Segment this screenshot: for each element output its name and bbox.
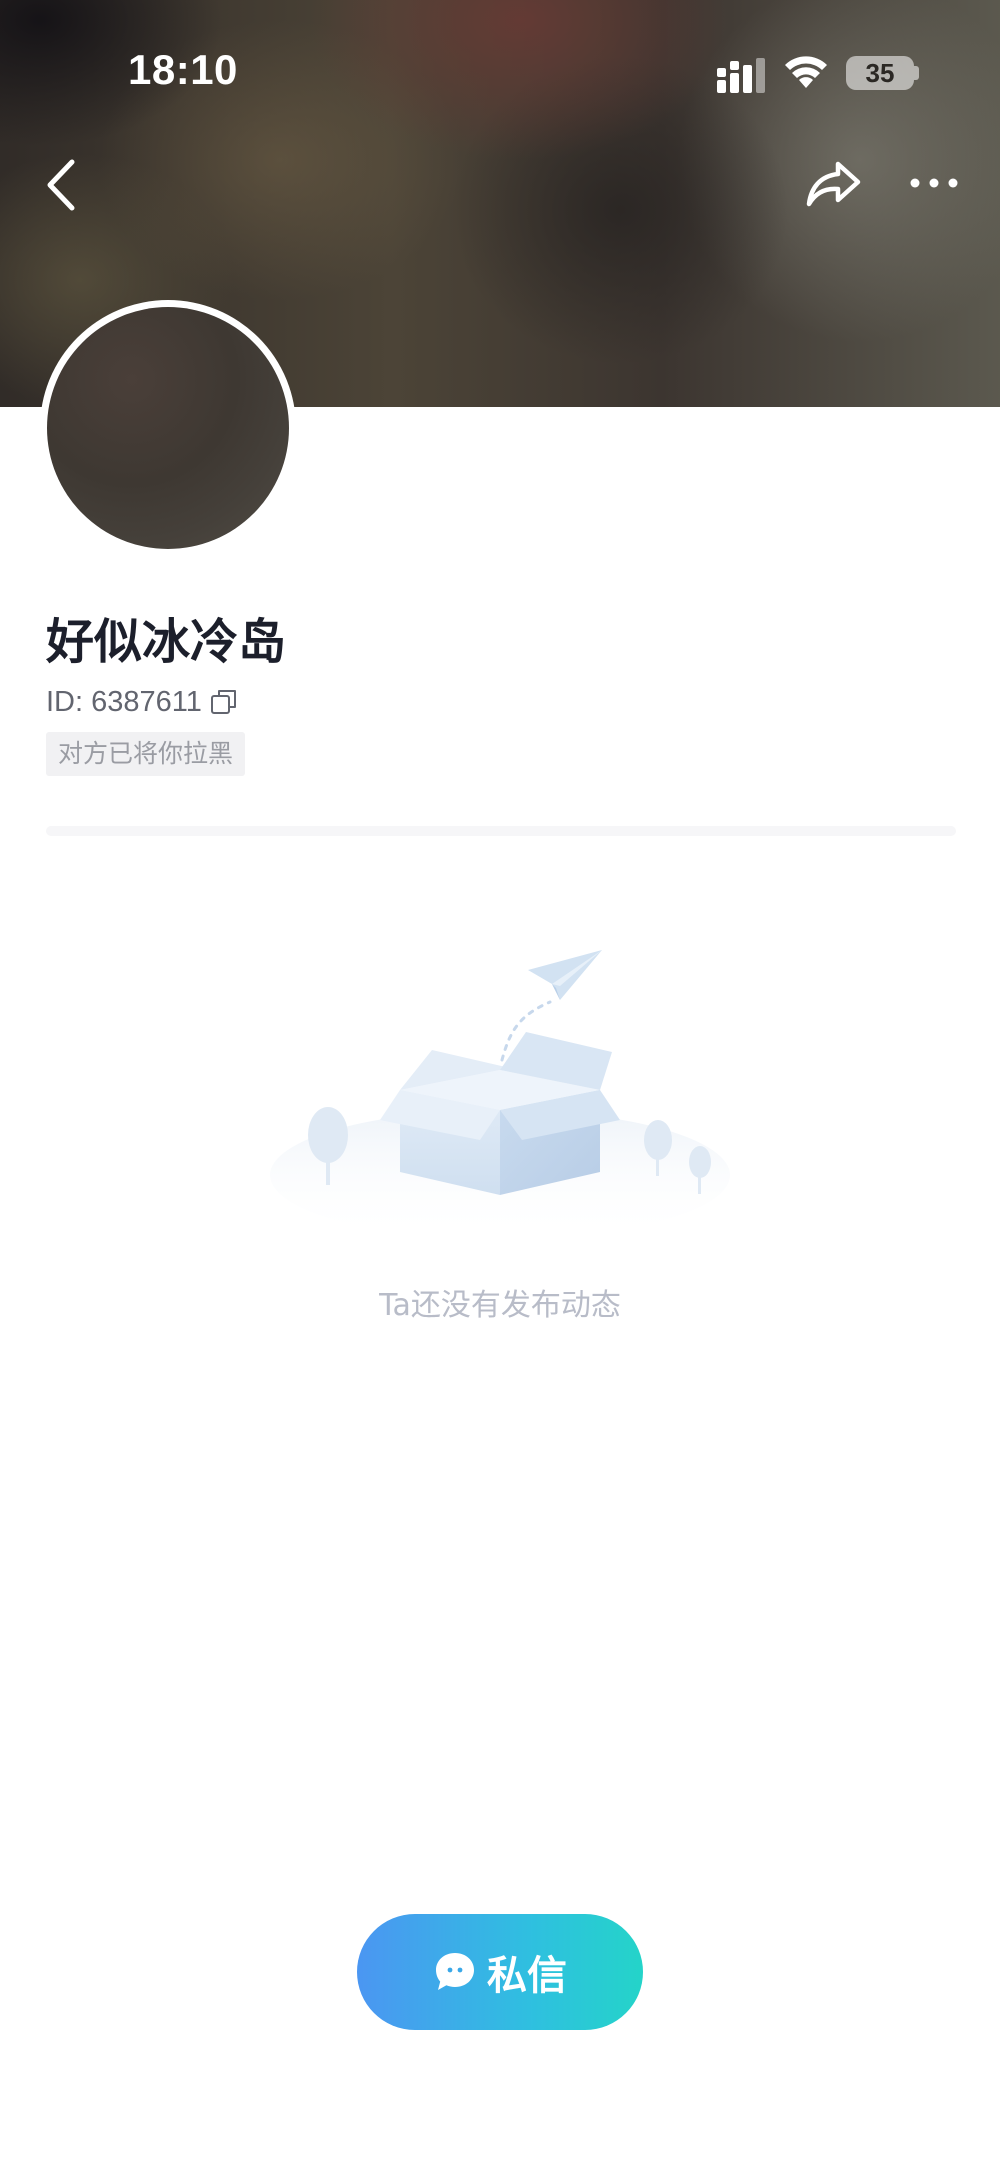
section-divider xyxy=(46,826,956,836)
empty-state-message: Ta还没有发布动态 xyxy=(379,1288,621,1323)
cellular-signal-icon xyxy=(716,56,770,96)
chevron-left-icon xyxy=(47,159,75,211)
share-arrow-icon xyxy=(806,161,861,207)
status-bar-time: 18:10 xyxy=(128,46,238,93)
chat-bubble-icon xyxy=(433,1950,477,1994)
avatar[interactable] xyxy=(40,300,296,556)
back-button[interactable] xyxy=(40,150,90,220)
user-id-row: ID: 6387611 xyxy=(46,684,238,720)
blocked-status-badge: 对方已将你拉黑 xyxy=(46,732,246,776)
private-message-button[interactable]: 私信 xyxy=(357,1914,643,2030)
avatar-image xyxy=(47,307,289,549)
battery-indicator: 35 xyxy=(846,56,914,90)
wifi-icon xyxy=(784,54,828,90)
user-id-text: ID: 6387611 xyxy=(46,685,202,718)
copy-icon[interactable] xyxy=(210,688,238,716)
more-options-button[interactable] xyxy=(908,168,960,198)
more-dots-icon xyxy=(910,178,958,188)
empty-box-paper-plane-icon xyxy=(270,940,730,1240)
share-button[interactable] xyxy=(804,158,862,212)
profile-name: 好似冰冷岛 xyxy=(46,614,287,670)
private-message-label: 私信 xyxy=(487,1953,567,1999)
battery-tip xyxy=(914,66,919,80)
